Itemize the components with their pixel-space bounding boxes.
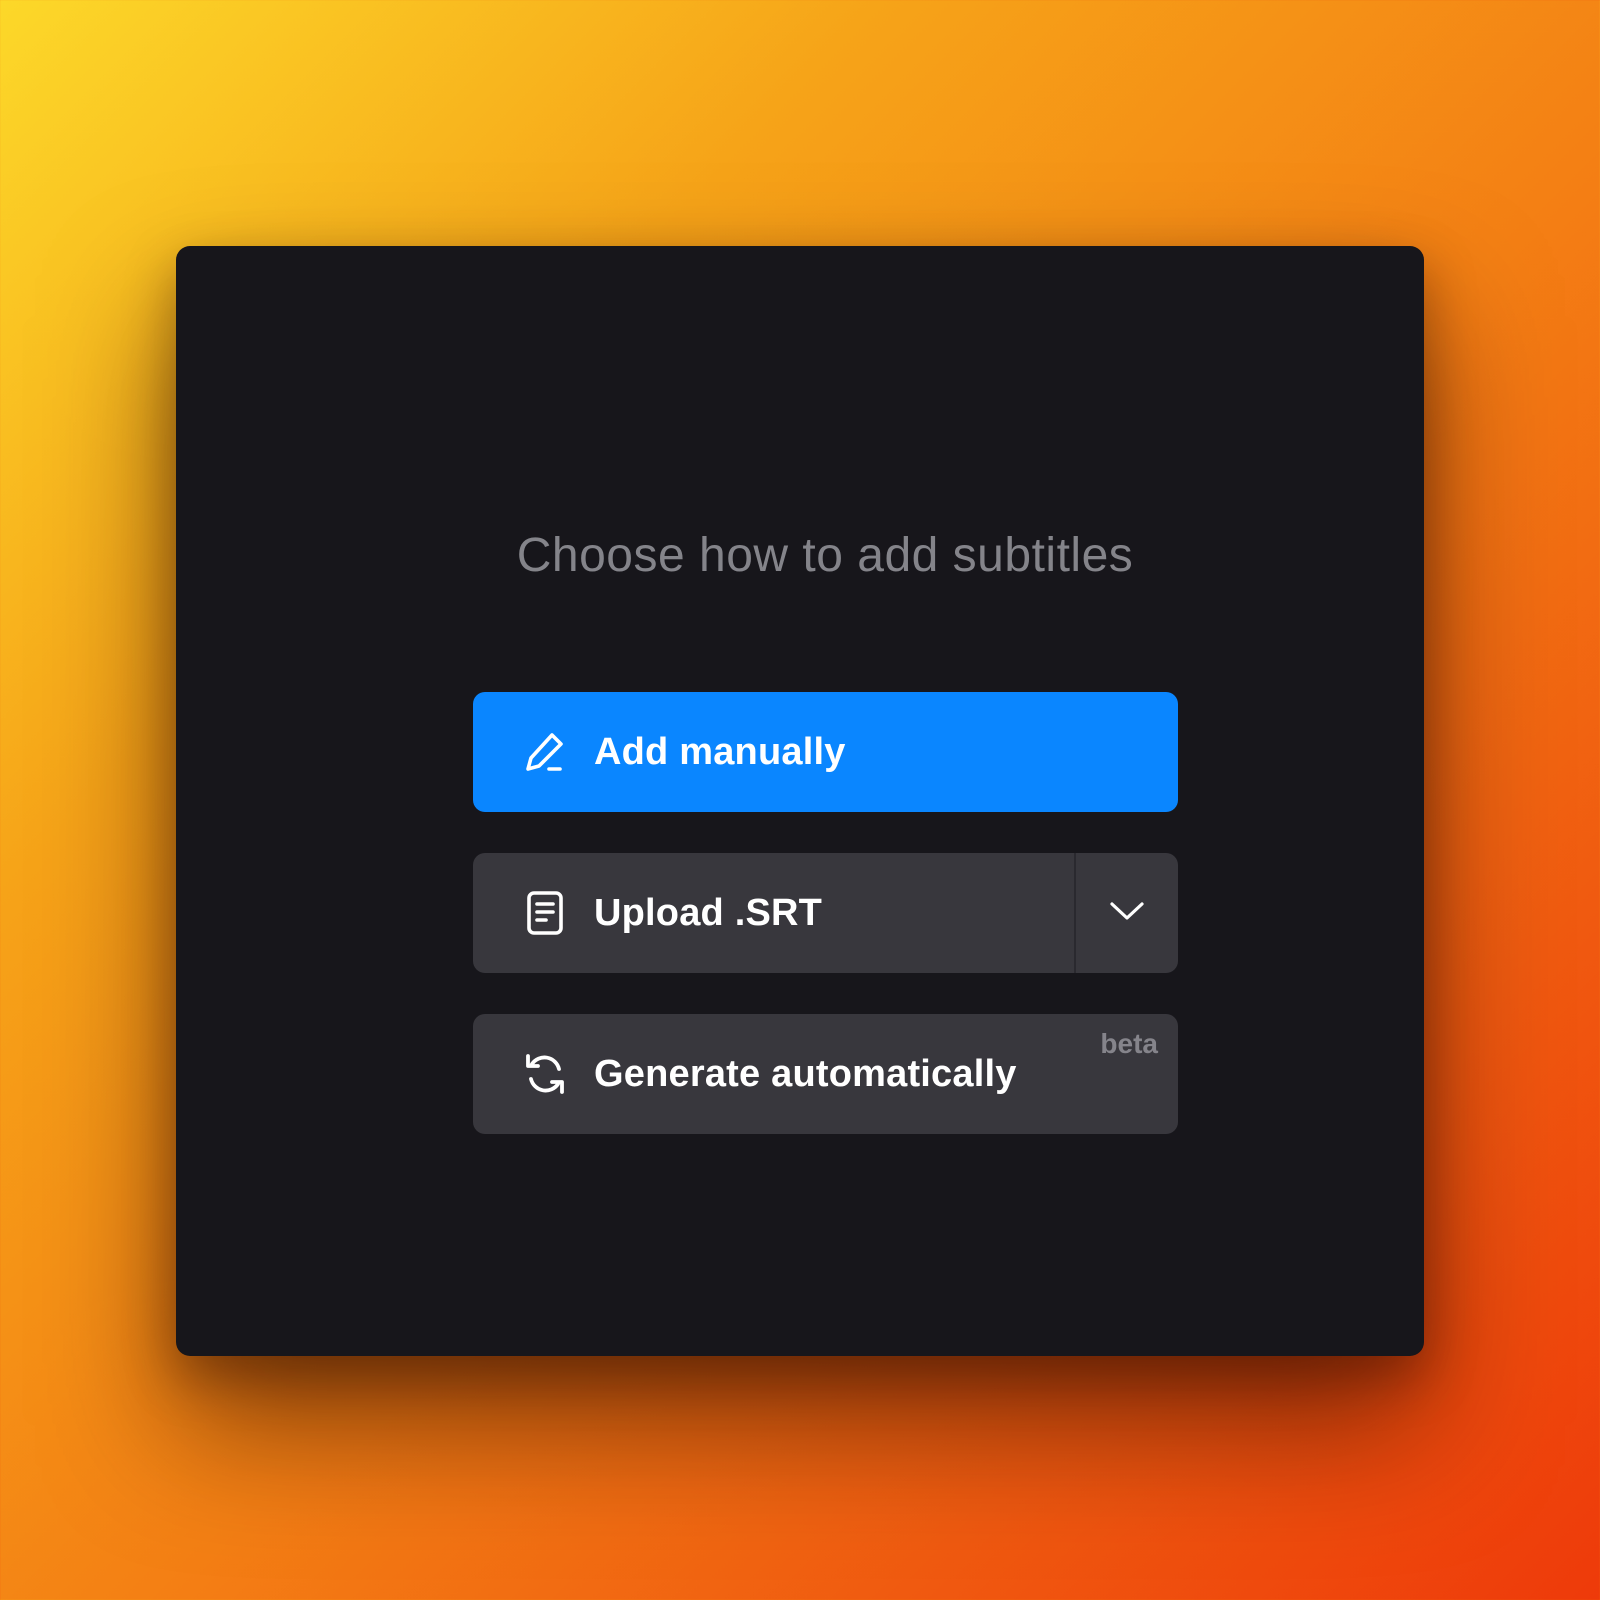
add-manually-button[interactable]: Add manually xyxy=(473,692,1178,812)
upload-srt-label: Upload .SRT xyxy=(594,891,823,934)
upload-srt-split-button: Upload .SRT xyxy=(473,853,1178,973)
generate-automatically-label: Generate automatically xyxy=(594,1052,1017,1095)
document-icon xyxy=(522,890,568,936)
beta-badge: beta xyxy=(1100,1028,1158,1059)
refresh-icon xyxy=(522,1051,568,1097)
upload-srt-button[interactable]: Upload .SRT xyxy=(473,853,1074,973)
upload-options-dropdown-button[interactable] xyxy=(1076,853,1178,973)
generate-automatically-main[interactable]: Generate automatically xyxy=(473,1014,1178,1134)
dialog-heading: Choose how to add subtitles xyxy=(516,529,1134,582)
add-manually-label: Add manually xyxy=(594,730,846,773)
chevron-down-icon xyxy=(1109,900,1145,927)
generate-automatically-button[interactable]: Generate automatically beta xyxy=(473,1014,1178,1134)
pencil-icon xyxy=(522,729,568,775)
add-manually-main[interactable]: Add manually xyxy=(473,692,1178,812)
